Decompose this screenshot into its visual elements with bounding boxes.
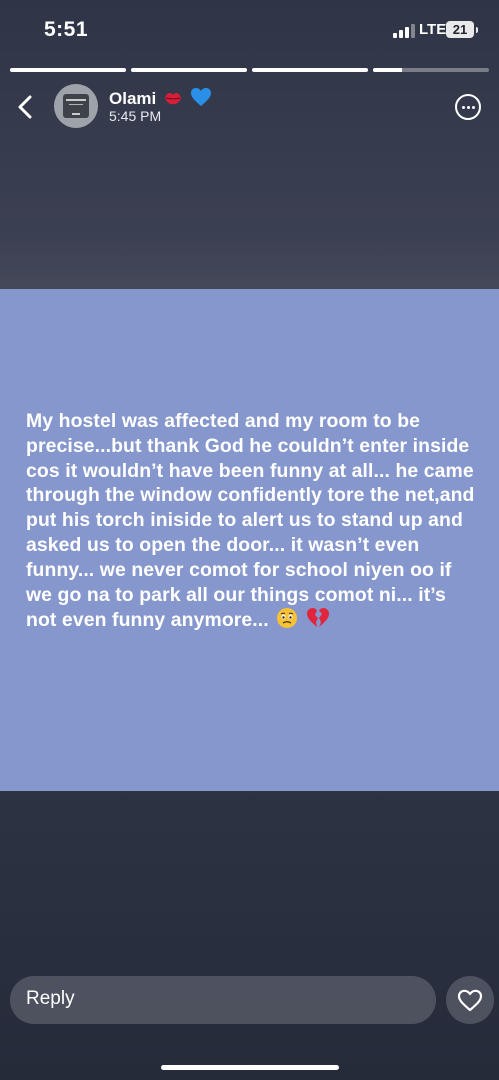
more-options-button[interactable] xyxy=(455,94,481,120)
status-bar: 5:51 LTE 21 xyxy=(0,0,499,60)
story-text-body: My hostel was affected and my room to be… xyxy=(26,410,475,632)
story-progress xyxy=(10,68,489,72)
user-name-text: Olami xyxy=(109,89,157,108)
reply-input[interactable]: Reply xyxy=(10,976,436,1024)
status-time: 5:51 xyxy=(44,18,89,41)
battery-tip xyxy=(476,27,478,33)
progress-segment xyxy=(131,68,247,72)
reply-placeholder: Reply xyxy=(26,988,75,1009)
progress-segment xyxy=(373,68,489,72)
battery-level: 21 xyxy=(452,22,468,37)
back-button[interactable] xyxy=(14,90,40,124)
progress-segment xyxy=(10,68,126,72)
story-timestamp: 5:45 PM xyxy=(109,108,162,124)
network-type: LTE xyxy=(419,21,447,38)
face-holding-back-tears-emoji xyxy=(277,608,298,629)
avatar-image xyxy=(63,94,89,118)
battery-icon: 21 xyxy=(446,21,474,38)
story-card[interactable]: My hostel was affected and my room to be… xyxy=(0,289,499,791)
blue-heart-emoji xyxy=(190,88,211,106)
avatar[interactable] xyxy=(54,84,98,128)
cellular-signal-icon xyxy=(393,24,415,38)
heart-icon xyxy=(457,989,483,1012)
story-header: Olami 5:45 PM xyxy=(0,80,499,136)
home-indicator[interactable] xyxy=(161,1065,339,1070)
broken-heart-emoji xyxy=(306,608,329,628)
like-button[interactable] xyxy=(446,976,494,1024)
kiss-mark-emoji xyxy=(164,93,181,105)
progress-segment xyxy=(252,68,368,72)
user-name[interactable]: Olami xyxy=(109,87,212,109)
chevron-left-icon xyxy=(18,95,32,119)
story-text: My hostel was affected and my room to be… xyxy=(26,409,478,633)
